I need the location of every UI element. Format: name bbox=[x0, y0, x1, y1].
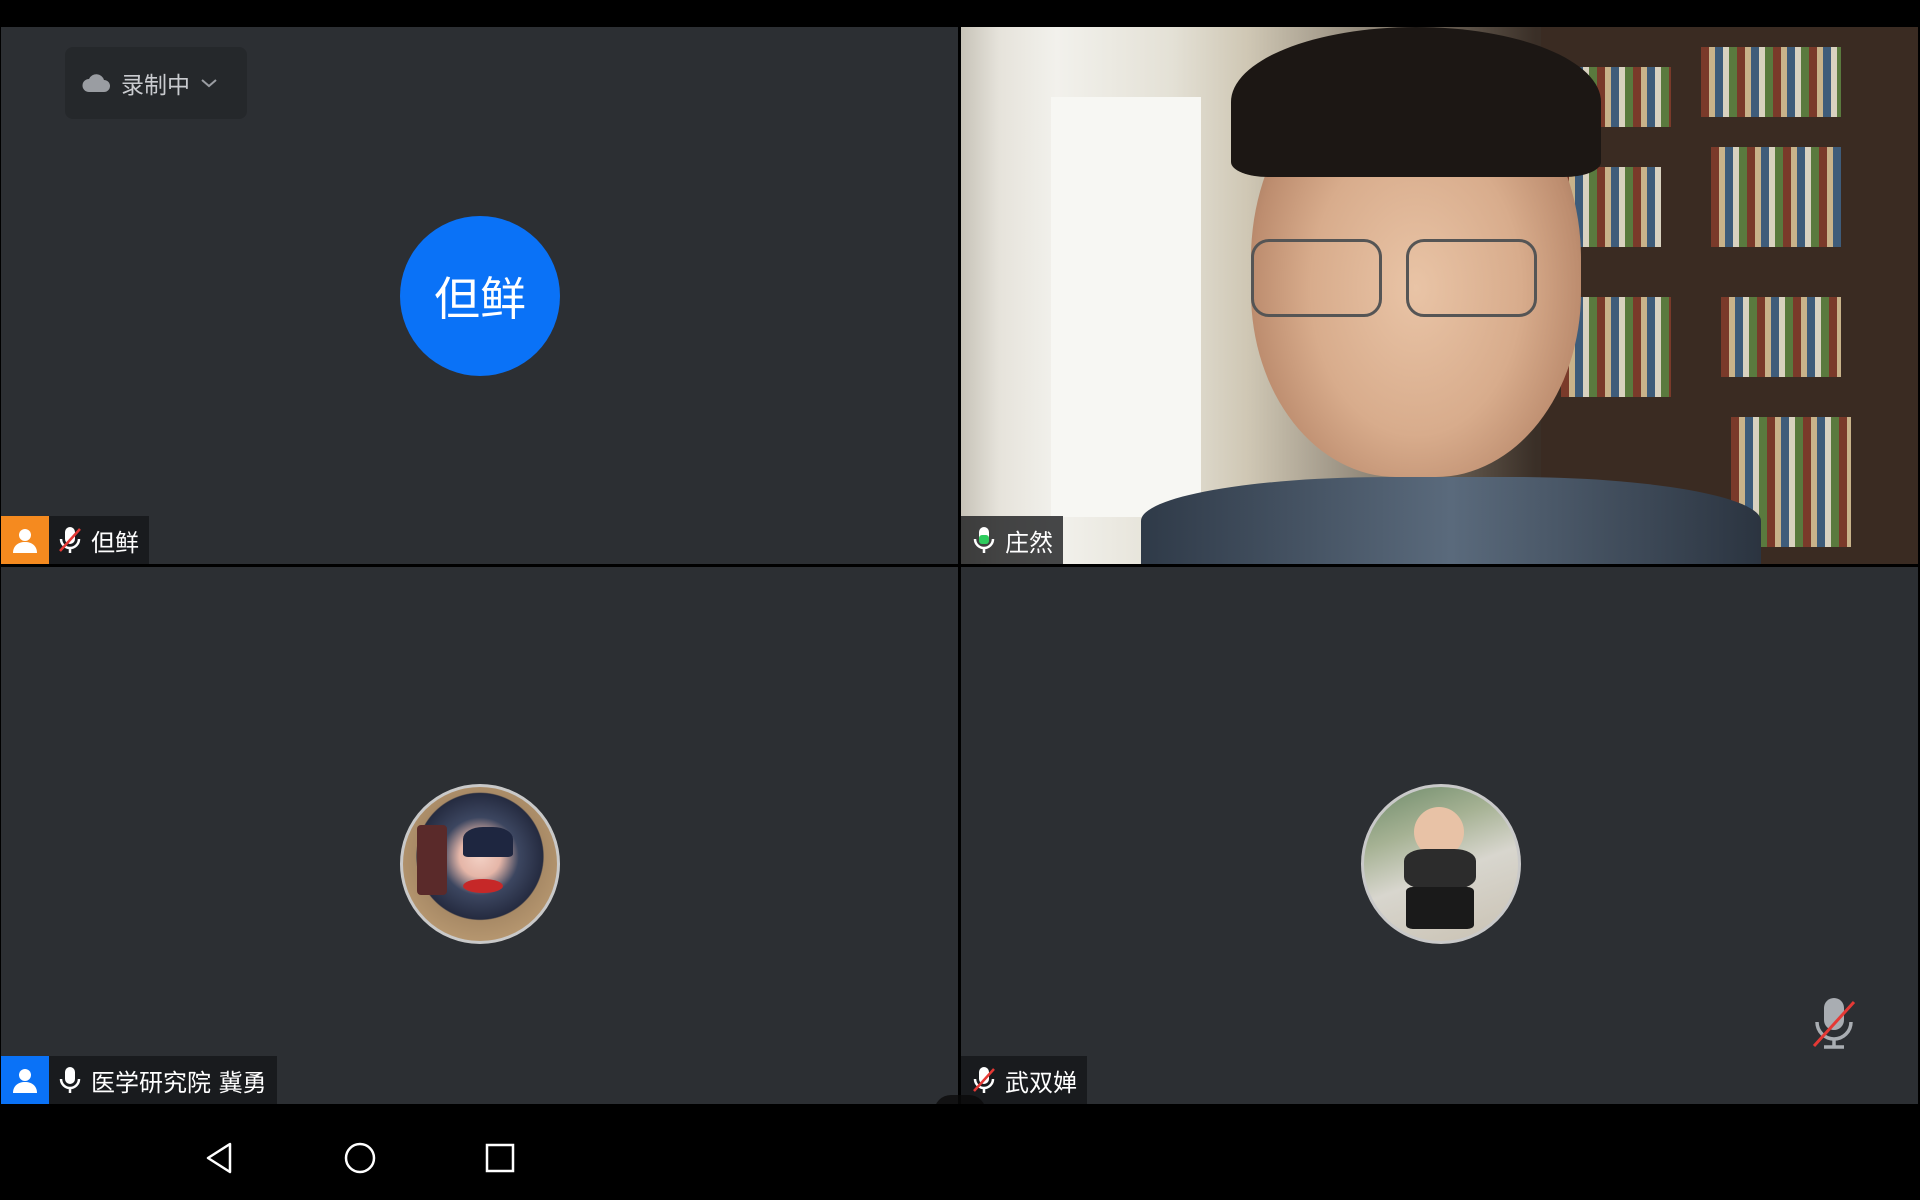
participant-tile-1[interactable]: 录制中 但鲜 但鲜 bbox=[1, 27, 958, 564]
glasses bbox=[1251, 239, 1382, 317]
avatar-detail bbox=[1404, 849, 1476, 889]
books bbox=[1711, 147, 1841, 247]
participant-name-tag: 但鲜 bbox=[1, 516, 149, 564]
glasses bbox=[1406, 239, 1537, 317]
mic-muted-icon bbox=[59, 527, 81, 553]
person-hair bbox=[1231, 27, 1601, 177]
window-background bbox=[1051, 97, 1201, 517]
mic-active-icon bbox=[973, 527, 995, 553]
recents-button[interactable] bbox=[470, 1128, 530, 1188]
participant-name-tag: 医学研究院 冀勇 bbox=[1, 1056, 277, 1104]
avatar bbox=[1361, 784, 1521, 944]
participant-tile-4[interactable]: 武双婵 bbox=[961, 567, 1918, 1104]
mic-muted-icon bbox=[973, 1067, 995, 1093]
recents-icon bbox=[485, 1143, 515, 1173]
mic-icon bbox=[59, 1067, 81, 1093]
video-feed bbox=[961, 27, 1918, 564]
mic-muted-icon bbox=[1810, 996, 1858, 1054]
books bbox=[1721, 297, 1841, 377]
recording-indicator[interactable]: 录制中 bbox=[65, 47, 247, 119]
cohost-badge bbox=[1, 1056, 49, 1104]
person-icon bbox=[13, 529, 37, 553]
cloud-icon bbox=[82, 74, 110, 92]
avatar-detail bbox=[463, 827, 513, 857]
back-button[interactable] bbox=[190, 1128, 250, 1188]
video-grid: 录制中 但鲜 但鲜 庄然 医学研究院 冀勇 武双婵 bbox=[0, 27, 1920, 1129]
host-badge bbox=[1, 516, 49, 564]
participant-tile-3[interactable]: 医学研究院 冀勇 bbox=[1, 567, 958, 1104]
avatar-detail bbox=[1406, 887, 1474, 929]
participant-name: 武双婵 bbox=[1005, 1068, 1077, 1097]
chevron-down-icon bbox=[201, 79, 217, 88]
back-icon bbox=[206, 1142, 232, 1174]
home-icon bbox=[344, 1142, 376, 1174]
books bbox=[1701, 47, 1841, 117]
participant-tile-2[interactable]: 庄然 bbox=[961, 27, 1918, 564]
participant-name-tag: 庄然 bbox=[961, 516, 1063, 564]
system-navbar bbox=[0, 1104, 1920, 1200]
participant-name: 庄然 bbox=[1005, 528, 1053, 557]
participant-name: 医学研究院 冀勇 bbox=[91, 1068, 267, 1097]
avatar bbox=[400, 784, 560, 944]
avatar: 但鲜 bbox=[400, 216, 560, 376]
home-button[interactable] bbox=[330, 1128, 390, 1188]
person-icon bbox=[13, 1069, 37, 1093]
avatar-detail bbox=[417, 825, 447, 895]
participant-name: 但鲜 bbox=[91, 528, 139, 557]
avatar-detail bbox=[463, 879, 503, 893]
person-shirt bbox=[1141, 477, 1761, 564]
recording-label: 录制中 bbox=[121, 73, 190, 99]
participant-name-tag: 武双婵 bbox=[961, 1056, 1087, 1104]
